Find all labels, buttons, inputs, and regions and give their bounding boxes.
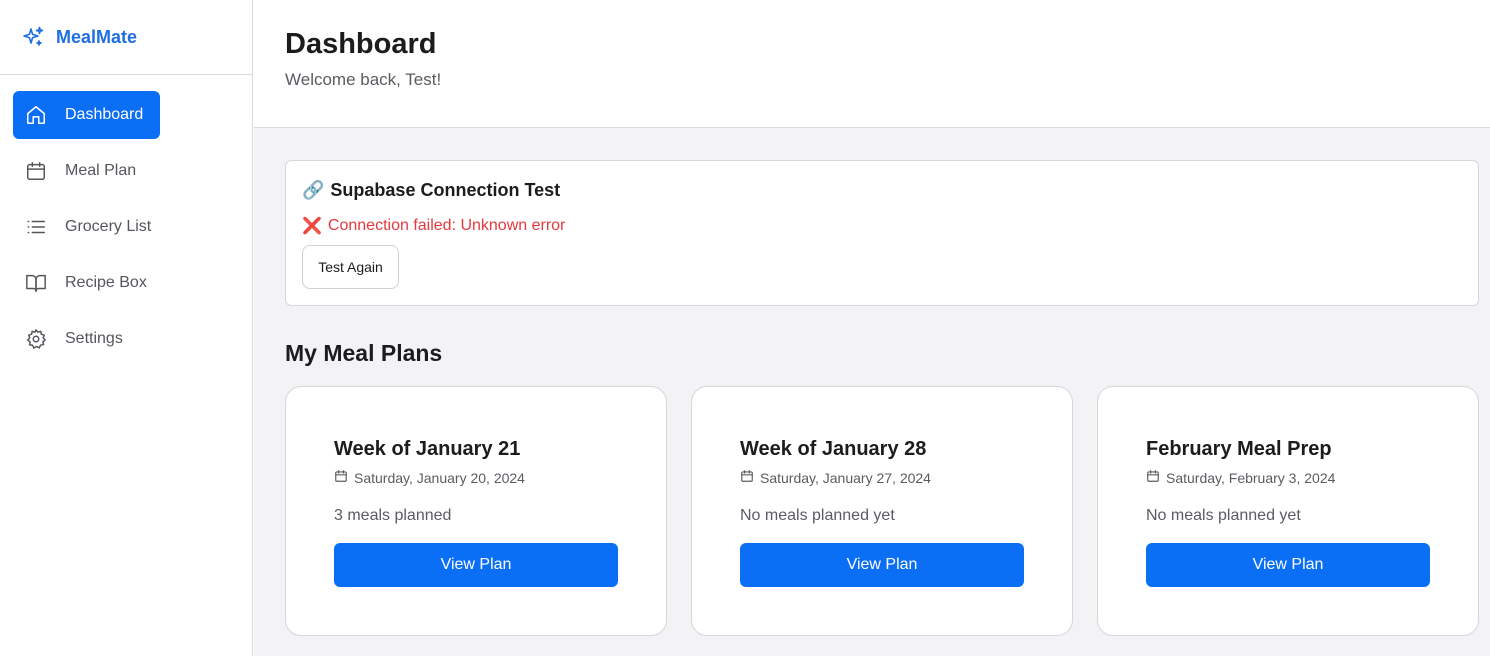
list-icon <box>24 215 48 239</box>
error-x-icon: ❌ <box>302 218 322 235</box>
link-icon: 🔗 <box>302 180 325 200</box>
sidebar-item-label: Dashboard <box>65 106 144 123</box>
calendar-icon <box>1146 469 1160 486</box>
calendar-icon <box>334 469 348 486</box>
book-icon <box>24 271 48 295</box>
page-header: Dashboard Welcome back, Test! <box>254 0 1490 128</box>
calendar-icon <box>740 469 754 486</box>
meal-plan-date-text: Saturday, January 27, 2024 <box>760 469 931 486</box>
connection-error-text: Connection failed: Unknown error <box>327 217 566 234</box>
sidebar: MealMate Dashboard Meal Plan Grocery Lis… <box>0 0 253 656</box>
sidebar-item-settings[interactable]: Settings <box>13 315 239 363</box>
sidebar-item-grocery-list[interactable]: Grocery List <box>13 203 239 251</box>
meal-plan-date: Saturday, January 27, 2024 <box>740 469 931 486</box>
meal-plan-card: February Meal Prep Saturday, February 3,… <box>1097 386 1479 636</box>
view-plan-button[interactable]: View Plan <box>1146 543 1430 587</box>
sidebar-item-label: Recipe Box <box>65 274 147 291</box>
meal-plan-name: Week of January 28 <box>740 438 927 460</box>
meal-plans-heading: My Meal Plans <box>285 340 443 366</box>
meal-plan-name: February Meal Prep <box>1146 438 1332 460</box>
connection-test-card: 🔗 Supabase Connection Test ❌ Connection … <box>285 160 1479 306</box>
connection-test-title-text: Supabase Connection Test <box>330 180 561 200</box>
test-again-button[interactable]: Test Again <box>302 245 399 289</box>
main-content: 🔗 Supabase Connection Test ❌ Connection … <box>254 128 1490 656</box>
sidebar-item-label: Settings <box>65 330 123 347</box>
meal-plan-date: Saturday, February 3, 2024 <box>1146 469 1335 486</box>
meal-plan-date-text: Saturday, January 20, 2024 <box>354 469 525 486</box>
gear-icon <box>24 327 48 351</box>
home-icon <box>24 103 48 127</box>
meal-plan-date-text: Saturday, February 3, 2024 <box>1166 469 1336 486</box>
view-plan-button[interactable]: View Plan <box>740 543 1024 587</box>
meal-plan-card: Week of January 21 Saturday, January 20,… <box>285 386 667 636</box>
meal-plan-date: Saturday, January 20, 2024 <box>334 469 525 486</box>
connection-error-message: ❌ Connection failed: Unknown error <box>302 216 565 236</box>
brand-name: MealMate <box>56 26 138 47</box>
page-subtitle: Welcome back, Test! <box>285 70 442 89</box>
sidebar-item-label: Meal Plan <box>65 162 137 179</box>
meal-plan-card: Week of January 28 Saturday, January 27,… <box>691 386 1073 636</box>
calendar-icon <box>24 159 48 183</box>
meal-plan-status: No meals planned yet <box>740 507 895 524</box>
sidebar-item-label: Grocery List <box>65 218 152 235</box>
sparkles-icon <box>21 25 45 49</box>
sidebar-item-dashboard[interactable]: Dashboard <box>13 91 160 139</box>
brand[interactable]: MealMate <box>0 0 252 75</box>
view-plan-button[interactable]: View Plan <box>334 543 618 587</box>
sidebar-nav: Dashboard Meal Plan Grocery List Recipe … <box>0 75 252 387</box>
meal-plan-name: Week of January 21 <box>334 438 521 460</box>
connection-test-title: 🔗 Supabase Connection Test <box>302 180 560 201</box>
page-title: Dashboard <box>285 28 437 60</box>
sidebar-item-recipe-box[interactable]: Recipe Box <box>13 259 239 307</box>
meal-plan-status: No meals planned yet <box>1146 507 1301 524</box>
sidebar-item-meal-plan[interactable]: Meal Plan <box>13 147 239 195</box>
meal-plan-status: 3 meals planned <box>334 507 452 524</box>
